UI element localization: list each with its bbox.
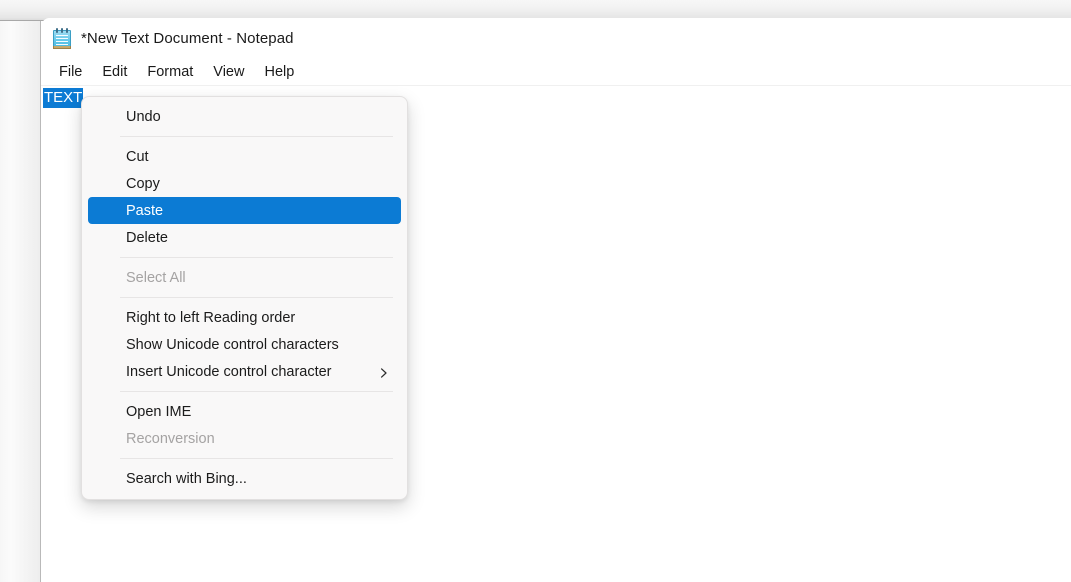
menubar-item-view[interactable]: View — [203, 61, 254, 83]
menubar-item-help[interactable]: Help — [254, 61, 304, 83]
chevron-right-icon — [380, 367, 388, 378]
context-menu-separator — [120, 391, 393, 392]
context-menu-item-open-ime[interactable]: Open IME — [88, 398, 401, 425]
menubar-item-file[interactable]: File — [49, 61, 92, 83]
context-menu-separator — [120, 257, 393, 258]
context-menu-item-copy[interactable]: Copy — [88, 170, 401, 197]
desktop-left-strip — [0, 21, 41, 582]
context-menu-item-cut[interactable]: Cut — [88, 143, 401, 170]
notepad-icon — [53, 28, 71, 49]
context-menu-item-insert-unicode-control-character[interactable]: Insert Unicode control character — [88, 358, 401, 385]
screen: *New Text Document - Notepad File Edit F… — [0, 0, 1071, 582]
menubar-item-edit[interactable]: Edit — [92, 61, 137, 83]
context-menu-separator — [120, 136, 393, 137]
window-title: *New Text Document - Notepad — [81, 29, 294, 47]
menubar-item-format[interactable]: Format — [137, 61, 203, 83]
context-menu-item-search-with-bing[interactable]: Search with Bing... — [88, 465, 401, 492]
context-menu-separator — [120, 297, 393, 298]
context-menu-item-select-all: Select All — [126, 269, 186, 286]
context-menu-item-right-to-left-reading-order[interactable]: Right to left Reading order — [88, 304, 401, 331]
context-menu-item-show-unicode-control-characters[interactable]: Show Unicode control characters — [88, 331, 401, 358]
menu-bar: File Edit Format View Help — [41, 58, 1071, 86]
context-menu-item-paste[interactable]: Paste — [88, 197, 401, 224]
title-bar[interactable]: *New Text Document - Notepad — [41, 18, 1071, 58]
context-menu-item-label: Insert Unicode control character — [126, 363, 332, 380]
context-menu-item-reconversion: Reconversion — [126, 430, 215, 447]
selected-text[interactable]: TEXT — [43, 88, 84, 108]
context-menu-item-delete[interactable]: Delete — [88, 224, 401, 251]
context-menu-separator — [120, 458, 393, 459]
context-menu: Undo Cut Copy Paste Delete Select All Ri… — [81, 96, 408, 500]
context-menu-item-undo[interactable]: Undo — [88, 103, 401, 130]
